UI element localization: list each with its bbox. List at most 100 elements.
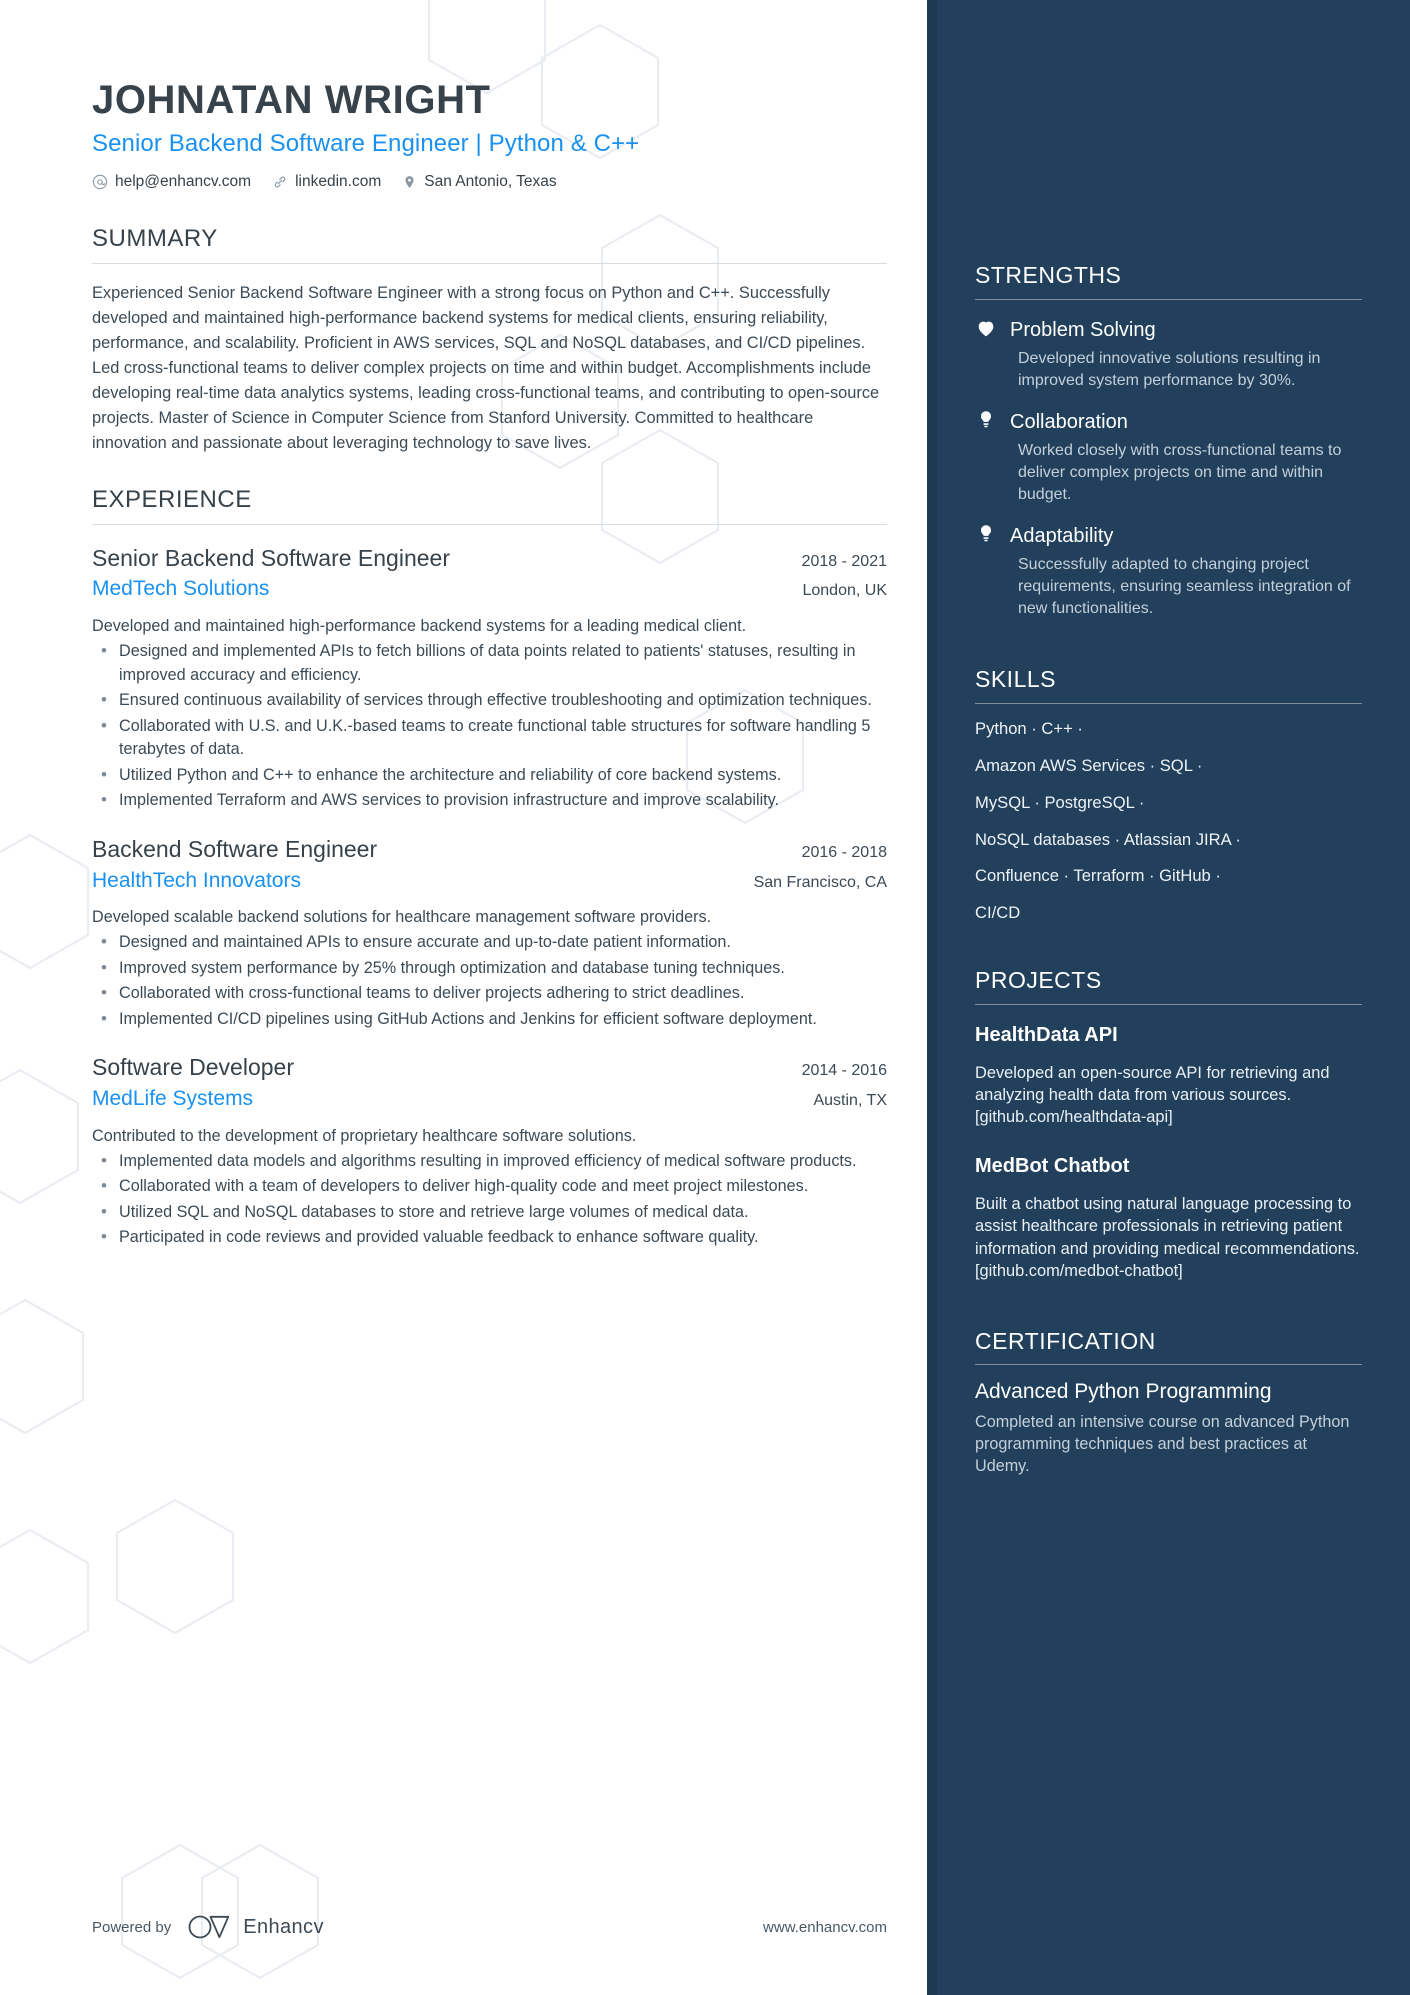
job-bullet: Participated in code reviews and provide… bbox=[92, 1225, 887, 1250]
projects-section: PROJECTS HealthData API Developed an ope… bbox=[975, 967, 1362, 1282]
contact-location-text: San Antonio, Texas bbox=[424, 172, 557, 190]
at-icon bbox=[92, 174, 108, 190]
job-dates: 2014 - 2016 bbox=[801, 1062, 887, 1080]
project-name: HealthData API bbox=[975, 1023, 1118, 1046]
project-item: HealthData API Developed an open-source … bbox=[975, 1023, 1362, 1128]
lightbulb-icon bbox=[975, 523, 997, 550]
projects-divider bbox=[975, 1003, 1362, 1005]
sidebar: STRENGTHS Problem Solving Developed inno… bbox=[927, 0, 1410, 1995]
contact-linkedin[interactable]: linkedin.com bbox=[272, 173, 381, 191]
job-location: San Francisco, CA bbox=[753, 873, 887, 891]
job-bullet: Ensured continuous availability of servi… bbox=[92, 688, 887, 713]
job-bullet: Utilized Python and C++ to enhance the a… bbox=[92, 763, 887, 788]
job-description: Developed scalable backend solutions for… bbox=[92, 907, 712, 926]
contact-location: San Antonio, Texas bbox=[402, 172, 557, 191]
certification-title: CERTIFICATION bbox=[975, 1327, 1156, 1354]
skill-line: Confluence · Terraform · GitHub · bbox=[975, 866, 1221, 886]
strength-description: Developed innovative solutions resulting… bbox=[1018, 349, 1321, 389]
page-title: JOHNATAN WRIGHT bbox=[92, 78, 491, 122]
resume-page: STRENGTHS Problem Solving Developed inno… bbox=[0, 0, 1410, 1995]
job-bullet: Implemented Terraform and AWS services t… bbox=[92, 788, 887, 813]
job-bullets: Designed and maintained APIs to ensure a… bbox=[92, 930, 887, 1032]
job-bullet: Designed and implemented APIs to fetch b… bbox=[92, 639, 887, 687]
experience-title: EXPERIENCE bbox=[92, 485, 252, 513]
strengths-section: STRENGTHS Problem Solving Developed inno… bbox=[975, 262, 1362, 620]
certification-section: CERTIFICATION Advanced Python Programmin… bbox=[975, 1328, 1362, 1478]
job-bullets: Designed and implemented APIs to fetch b… bbox=[92, 639, 887, 813]
certification-description: Completed an intensive course on advance… bbox=[975, 1412, 1350, 1476]
brand-name: Enhancv bbox=[243, 1915, 324, 1938]
project-name: MedBot Chatbot bbox=[975, 1155, 1130, 1178]
skill-line: CI/CD bbox=[975, 903, 1021, 923]
strengths-title: STRENGTHS bbox=[975, 262, 1122, 288]
project-item: MedBot Chatbot Built a chatbot using nat… bbox=[975, 1154, 1362, 1282]
experience-entry: Senior Backend Software Engineer 2018 - … bbox=[92, 544, 887, 814]
contact-email[interactable]: help@enhancv.com bbox=[92, 173, 251, 191]
strength-item: Adaptability Successfully adapted to cha… bbox=[975, 523, 1362, 620]
job-bullet: Collaborated with U.S. and U.K.-based te… bbox=[92, 714, 887, 762]
job-company[interactable]: HealthTech Innovators bbox=[92, 867, 301, 895]
job-bullet: Improved system performance by 25% throu… bbox=[92, 956, 887, 981]
experience-section: EXPERIENCE Senior Backend Software Engin… bbox=[92, 485, 887, 1251]
job-title: Senior Backend Software Engineer bbox=[92, 544, 450, 571]
skills-divider bbox=[975, 702, 1362, 704]
experience-entry: Software Developer 2014 - 2016 MedLife S… bbox=[92, 1053, 887, 1250]
skill-line: NoSQL databases · Atlassian JIRA · bbox=[975, 829, 1241, 849]
skill-line: Python · C++ · bbox=[975, 718, 1083, 738]
footer: Powered by Enhancv www.enhancv.com bbox=[92, 1914, 887, 1940]
job-dates: 2016 - 2018 bbox=[801, 843, 887, 861]
job-company[interactable]: MedLife Systems bbox=[92, 1085, 253, 1113]
job-bullet: Designed and maintained APIs to ensure a… bbox=[92, 930, 887, 955]
job-bullet: Collaborated with a team of developers t… bbox=[92, 1174, 887, 1199]
skills-list: Python · C++ · Amazon AWS Services · SQL… bbox=[975, 719, 1362, 923]
footer-website: www.enhancv.com bbox=[763, 1918, 887, 1936]
skill-line: Amazon AWS Services · SQL · bbox=[975, 755, 1203, 775]
location-pin-icon bbox=[402, 174, 417, 190]
contact-bar: help@enhancv.com linkedin.com San Antoni… bbox=[92, 173, 887, 191]
job-dates: 2018 - 2021 bbox=[801, 552, 887, 570]
heart-icon bbox=[975, 317, 997, 344]
link-icon bbox=[272, 174, 288, 190]
job-bullet: Implemented CI/CD pipelines using GitHub… bbox=[92, 1007, 887, 1032]
contact-linkedin-text: linkedin.com bbox=[295, 172, 382, 190]
powered-by-label: Powered by bbox=[92, 1918, 172, 1936]
powered-by-group: Powered by Enhancv bbox=[92, 1914, 324, 1940]
job-title: Software Developer bbox=[92, 1054, 294, 1081]
job-description: Developed and maintained high-performanc… bbox=[92, 616, 747, 635]
strength-name: Collaboration bbox=[1010, 410, 1128, 433]
job-location: Austin, TX bbox=[813, 1092, 887, 1110]
job-bullet: Implemented data models and algorithms r… bbox=[92, 1149, 887, 1174]
skill-line: MySQL · PostgreSQL · bbox=[975, 792, 1145, 812]
job-bullet: Utilized SQL and NoSQL databases to stor… bbox=[92, 1200, 887, 1225]
summary-text: Experienced Senior Backend Software Engi… bbox=[92, 283, 880, 452]
summary-section: SUMMARY Experienced Senior Backend Softw… bbox=[92, 225, 887, 456]
skills-title: SKILLS bbox=[975, 666, 1056, 693]
strength-description: Worked closely with cross-functional tea… bbox=[1018, 441, 1342, 503]
job-description: Contributed to the development of propri… bbox=[92, 1126, 637, 1145]
projects-title: PROJECTS bbox=[975, 967, 1102, 994]
job-location: London, UK bbox=[802, 582, 887, 600]
certification-divider bbox=[975, 1364, 1362, 1366]
job-title: Backend Software Engineer bbox=[92, 835, 378, 862]
project-description: Developed an open-source API for retriev… bbox=[975, 1063, 1330, 1127]
strengths-divider bbox=[975, 298, 1362, 300]
skills-section: SKILLS Python · C++ · Amazon AWS Service… bbox=[975, 666, 1362, 923]
strength-item: Collaboration Worked closely with cross-… bbox=[975, 409, 1362, 506]
job-bullets: Implemented data models and algorithms r… bbox=[92, 1149, 887, 1251]
experience-divider bbox=[92, 523, 887, 525]
strength-description: Successfully adapted to changing project… bbox=[1018, 555, 1351, 618]
lightbulb-icon bbox=[975, 409, 997, 436]
certification-item: Advanced Python Programming Completed an… bbox=[975, 1379, 1362, 1477]
certification-name: Advanced Python Programming bbox=[975, 1380, 1272, 1404]
enhancv-logo: Enhancv bbox=[187, 1914, 324, 1940]
project-description: Built a chatbot using natural language p… bbox=[975, 1195, 1360, 1280]
experience-entry: Backend Software Engineer 2016 - 2018 He… bbox=[92, 835, 887, 1032]
strength-item: Problem Solving Developed innovative sol… bbox=[975, 317, 1362, 392]
summary-title: SUMMARY bbox=[92, 224, 218, 252]
strength-name: Problem Solving bbox=[1010, 318, 1156, 341]
job-bullet: Collaborated with cross-functional teams… bbox=[92, 981, 887, 1006]
job-company[interactable]: MedTech Solutions bbox=[92, 575, 269, 603]
contact-email-text: help@enhancv.com bbox=[115, 172, 252, 190]
job-headline: Senior Backend Software Engineer | Pytho… bbox=[92, 129, 640, 157]
summary-divider bbox=[92, 262, 887, 264]
